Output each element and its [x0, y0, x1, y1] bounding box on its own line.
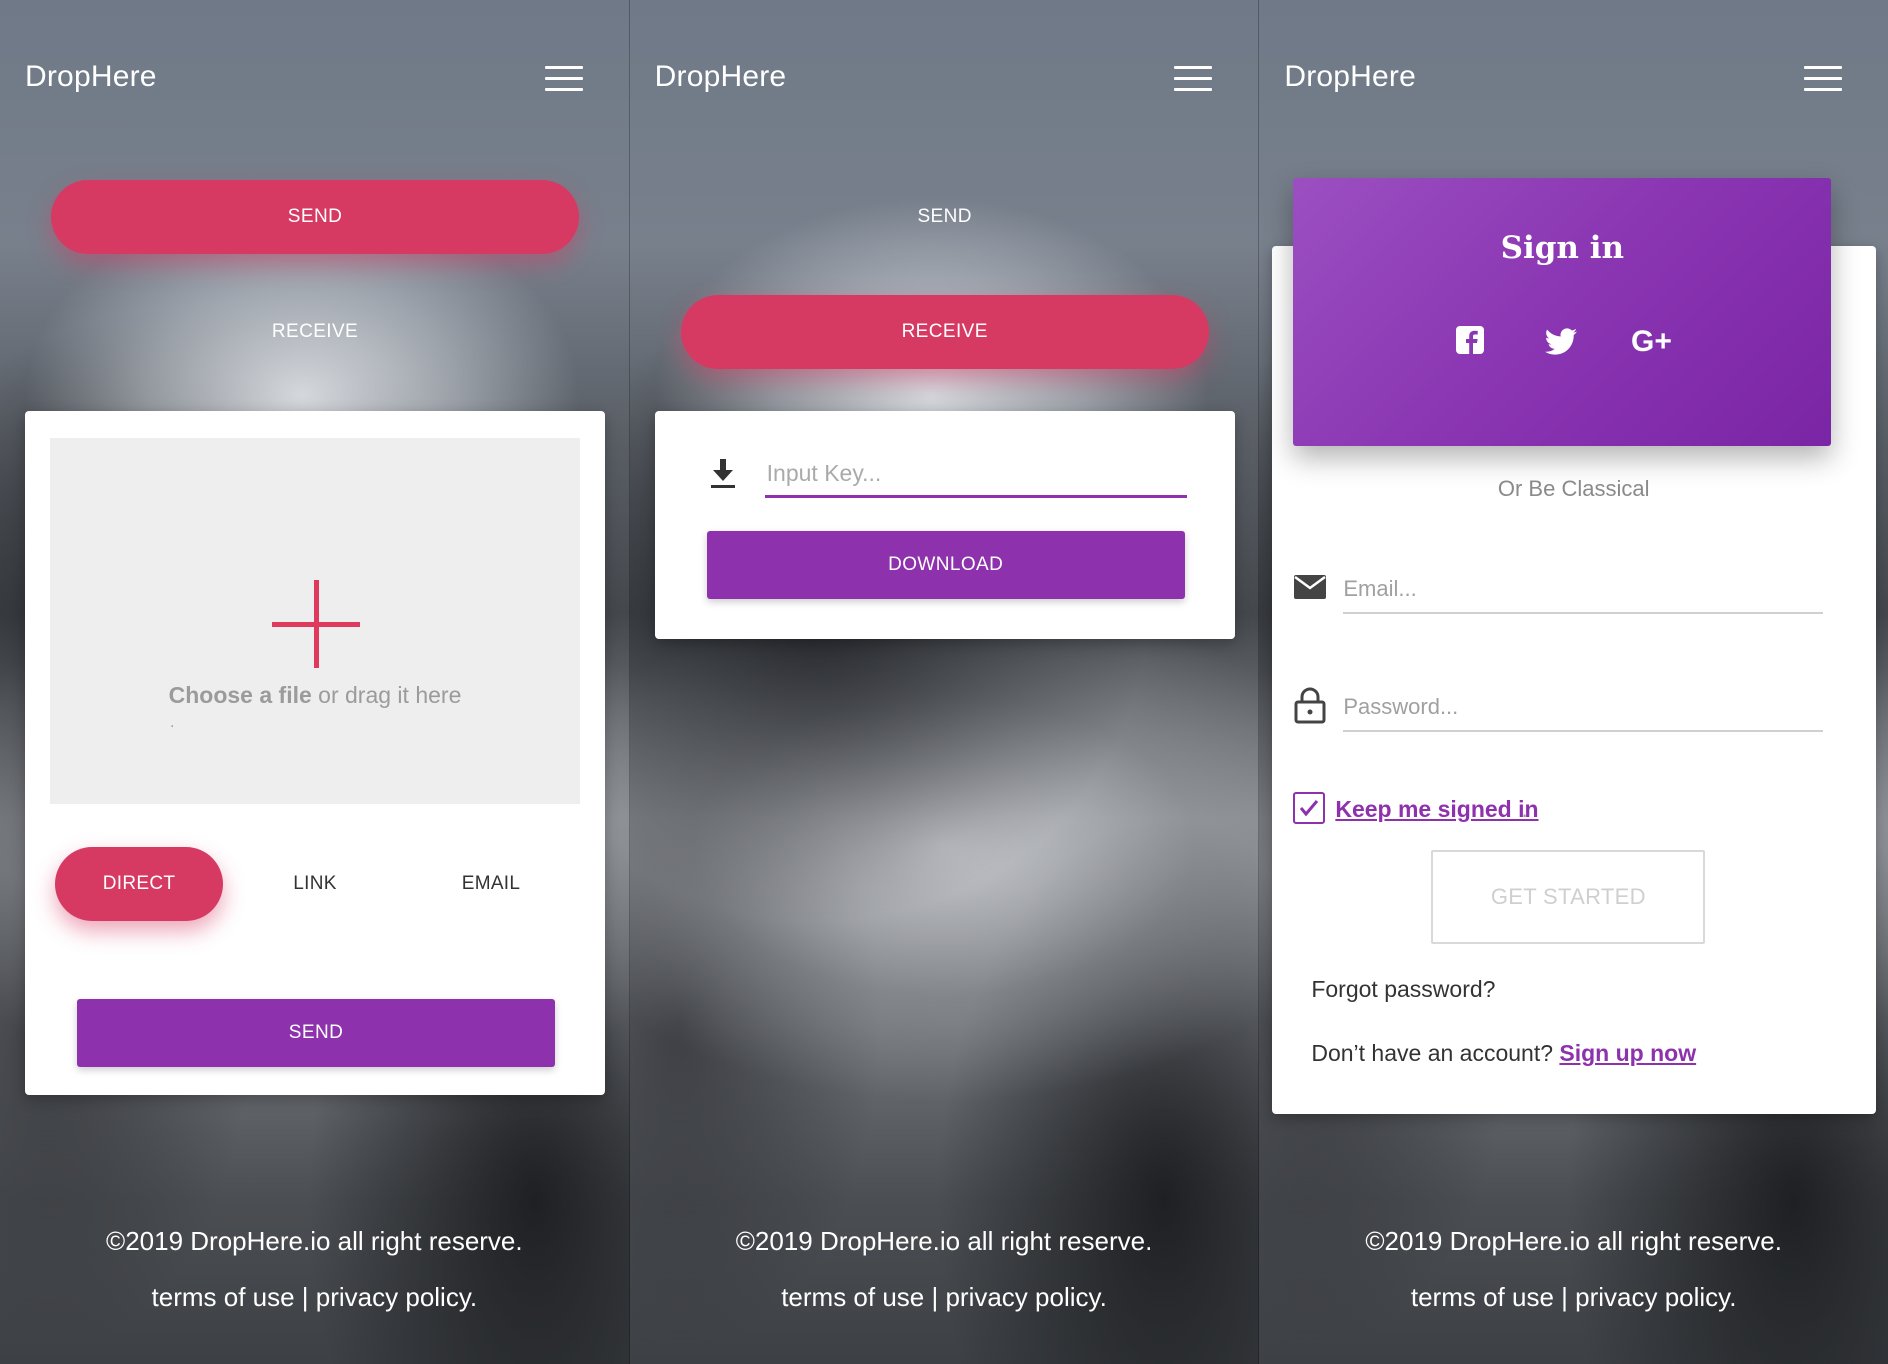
sign-in-title: Sign in: [1500, 230, 1625, 266]
svg-text:G+: G+: [1631, 325, 1672, 358]
tab-send[interactable]: SEND: [51, 180, 579, 254]
footer-links: terms of use | privacy policy.: [630, 1282, 1259, 1313]
file-dropzone[interactable]: Choose a file or drag it here .: [50, 438, 580, 804]
send-card: Choose a file or drag it here . DIRECT L…: [25, 411, 605, 1095]
footer-separator: |: [1553, 1282, 1576, 1312]
terms-of-use-link[interactable]: terms of use: [781, 1282, 924, 1312]
key-input[interactable]: [764, 451, 1187, 498]
add-file-plus-icon[interactable]: [272, 580, 360, 668]
send-screen: DropHere SEND RECEIVE Choose a file or d…: [0, 0, 629, 1364]
hamburger-menu-icon[interactable]: [544, 66, 583, 94]
choose-file-link[interactable]: Choose a file: [169, 682, 312, 708]
footer-separator: |: [294, 1282, 316, 1312]
forgot-password-link[interactable]: Forgot password?: [1311, 976, 1495, 1003]
privacy-policy-link[interactable]: privacy policy.: [316, 1282, 477, 1312]
email-envelope-icon: [1294, 575, 1327, 599]
keep-signed-in-dot: .: [1521, 796, 1528, 822]
top-bar: DropHere: [630, 50, 1259, 110]
copyright-text: ©2019 DropHere.io all right reserve.: [106, 1226, 523, 1256]
tab-receive[interactable]: RECEIVE: [51, 295, 579, 369]
password-field[interactable]: [1343, 684, 1824, 732]
drag-hint: or drag it here: [311, 682, 462, 708]
send-button[interactable]: SEND: [77, 999, 555, 1067]
mode-email-button[interactable]: EMAIL: [407, 847, 575, 921]
footer-separator: |: [924, 1282, 946, 1312]
footer-links: terms of use | privacy policy.: [1259, 1282, 1888, 1313]
no-account-text: Don’t have an account? Sign up now: [1311, 1040, 1696, 1067]
or-be-classical-text: Or Be Classical: [1497, 476, 1650, 501]
download-icon: [710, 459, 735, 488]
hamburger-menu-icon[interactable]: [1174, 66, 1213, 94]
receive-screen: DropHere SEND RECEIVE DOWNLOAD ©2019 Dro…: [628, 0, 1259, 1364]
brand-logo[interactable]: DropHere: [1284, 60, 1416, 94]
dropzone-dot: .: [170, 714, 175, 731]
brand-logo[interactable]: DropHere: [655, 60, 787, 94]
terms-of-use-link[interactable]: terms of use: [152, 1282, 295, 1312]
footer-links: terms of use | privacy policy.: [0, 1282, 629, 1313]
privacy-policy-link[interactable]: privacy policy.: [945, 1282, 1106, 1312]
brand-logo[interactable]: DropHere: [25, 60, 157, 94]
sign-in-header: Sign in G+: [1293, 178, 1832, 446]
dropzone-text: Choose a file or drag it here: [50, 682, 580, 709]
receive-card: DOWNLOAD: [654, 411, 1235, 639]
sign-up-link[interactable]: Sign up now: [1559, 1040, 1696, 1066]
tab-send[interactable]: SEND: [681, 180, 1209, 254]
no-account-label: Don’t have an account?: [1311, 1040, 1560, 1066]
mode-direct-button[interactable]: DIRECT: [55, 847, 223, 921]
download-button[interactable]: DOWNLOAD: [706, 531, 1185, 599]
screens-container: DropHere SEND RECEIVE Choose a file or d…: [0, 0, 1888, 1364]
top-bar: DropHere: [1259, 50, 1888, 110]
facebook-icon[interactable]: [1448, 318, 1492, 362]
checkmark-icon: [1300, 800, 1319, 817]
sign-in-screen: DropHere Sign in G+ Or Be Classical Emai…: [1258, 0, 1888, 1364]
keep-signed-in-label[interactable]: Keep me signed in: [1335, 796, 1538, 823]
lock-icon: [1294, 687, 1326, 724]
tab-receive[interactable]: RECEIVE: [680, 295, 1209, 369]
privacy-policy-link[interactable]: privacy policy.: [1575, 1282, 1736, 1312]
copyright-text: ©2019 DropHere.io all right reserve.: [735, 1226, 1153, 1256]
top-bar: DropHere: [0, 50, 629, 110]
copyright-text: ©2019 DropHere.io all right reserve.: [1365, 1226, 1782, 1256]
mode-link-button[interactable]: LINK: [231, 847, 399, 921]
email-field[interactable]: [1343, 566, 1824, 614]
hamburger-menu-icon[interactable]: [1804, 66, 1843, 94]
keep-signed-in-checkbox[interactable]: [1293, 792, 1326, 824]
google-plus-icon[interactable]: G+: [1629, 318, 1685, 362]
twitter-icon[interactable]: [1539, 318, 1583, 362]
terms-of-use-link[interactable]: terms of use: [1411, 1282, 1554, 1312]
get-started-button[interactable]: GET STARTED: [1431, 850, 1706, 944]
